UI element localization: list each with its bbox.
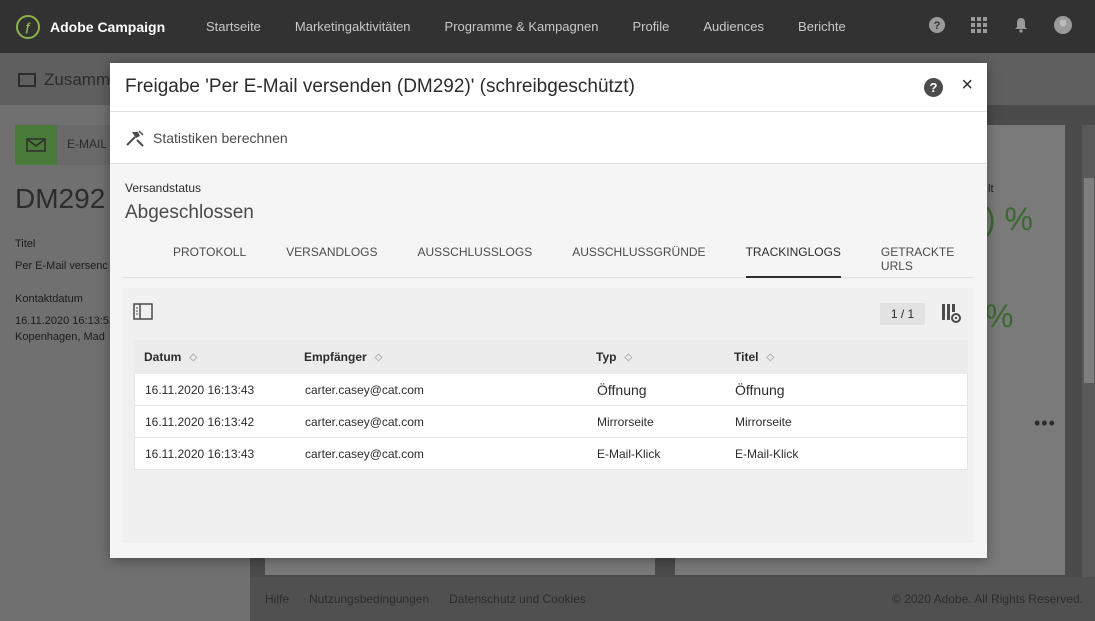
nav-item-programme-kampagnen[interactable]: Programme & Kampagnen xyxy=(445,19,599,34)
cell-datum: 16.11.2020 16:13:43 xyxy=(145,382,255,397)
top-navigation-bar: ƒ Adobe Campaign Startseite Marketingakt… xyxy=(0,0,1095,53)
footer-link-datenschutz[interactable]: Datenschutz und Cookies xyxy=(449,592,586,606)
help-icon[interactable]: ? xyxy=(927,15,947,35)
compute-statistics-button[interactable]: Statistiken berechnen xyxy=(125,129,288,147)
right-metric-label: lt xyxy=(988,183,994,195)
dialog-toolbar: Statistiken berechnen xyxy=(110,112,987,164)
tab-trackinglogs[interactable]: TRACKINGLOGS xyxy=(745,238,841,278)
page-footer: Hilfe Nutzungsbedingungen Datenschutz un… xyxy=(250,577,1095,621)
app-title: Adobe Campaign xyxy=(50,18,166,35)
tab-versandlogs[interactable]: VERSANDLOGS xyxy=(286,238,377,278)
sort-icon: ◇ xyxy=(624,351,633,363)
contact-date-value: 16.11.2020 16:13:53 xyxy=(15,315,116,327)
tracking-logs-panel: 1 / 1 Datum ◇ Empfänger ◇ Typ ◇ Titel ◇ 16.1… xyxy=(123,288,973,543)
title-label: Titel xyxy=(15,238,36,250)
panel-icon xyxy=(18,73,36,87)
table-row[interactable]: 16.11.2020 16:13:43 carter.casey@cat.com… xyxy=(134,374,968,406)
background-title: Zusamm xyxy=(44,70,111,89)
tracking-logs-table: Datum ◇ Empfänger ◇ Typ ◇ Titel ◇ 16.11.2020… xyxy=(134,340,968,470)
column-header-label: Titel xyxy=(734,350,759,364)
compute-statistics-label: Statistiken berechnen xyxy=(153,129,288,146)
help-button[interactable]: ? xyxy=(924,78,943,97)
email-type-label: E-MAIL xyxy=(57,125,117,165)
adobe-campaign-logo-icon: ƒ xyxy=(16,14,40,39)
column-header-typ[interactable]: Typ ◇ xyxy=(596,350,734,364)
cell-titel: Mirrorseite xyxy=(735,414,792,429)
tab-protokoll[interactable]: PROTOKOLL xyxy=(173,238,246,278)
column-header-datum[interactable]: Datum ◇ xyxy=(134,350,304,364)
cell-empfaenger: carter.casey@cat.com xyxy=(305,382,424,397)
right-metric-value-2: % xyxy=(985,298,1014,334)
footer-link-nutzungsbedingungen[interactable]: Nutzungsbedingungen xyxy=(309,592,429,606)
nav-item-audiences[interactable]: Audiences xyxy=(703,19,764,34)
nav-item-profile[interactable]: Profile xyxy=(632,19,669,34)
notification-bell-icon[interactable] xyxy=(1011,15,1031,35)
svg-text:?: ? xyxy=(934,20,941,32)
tab-ausschlussgruende[interactable]: AUSSCHLUSSGRÜNDE xyxy=(572,238,705,278)
delivery-status-block: Versandstatus Abgeschlossen xyxy=(110,164,987,224)
column-header-label: Datum xyxy=(144,350,182,364)
column-header-titel[interactable]: Titel ◇ xyxy=(734,350,934,364)
user-avatar-icon[interactable] xyxy=(1053,15,1073,35)
contact-date-label: Kontaktdatum xyxy=(15,293,83,305)
table-row[interactable]: 16.11.2020 16:13:43 carter.casey@cat.com… xyxy=(134,438,968,470)
cell-empfaenger: carter.casey@cat.com xyxy=(305,446,424,461)
cell-empfaenger: carter.casey@cat.com xyxy=(305,414,424,429)
sort-icon: ◇ xyxy=(766,351,775,363)
title-value: Per E-Mail versenc xyxy=(15,260,108,272)
nav-item-startseite[interactable]: Startseite xyxy=(206,19,261,34)
delivery-status-label: Versandstatus xyxy=(125,181,202,195)
cell-titel: E-Mail-Klick xyxy=(735,446,799,461)
app-logo[interactable]: ƒ Adobe Campaign xyxy=(16,14,206,39)
sort-icon: ◇ xyxy=(189,351,198,363)
log-tabs: PROTOKOLL VERSANDLOGS AUSSCHLUSSLOGS AUS… xyxy=(123,238,973,278)
email-envelope-icon xyxy=(15,125,57,165)
cell-typ: Mirrorseite xyxy=(597,414,654,429)
dialog-header: Freigabe 'Per E-Mail versenden (DM292)' … xyxy=(110,63,987,112)
column-header-label: Typ xyxy=(596,350,617,364)
toggle-sidebar-icon[interactable] xyxy=(133,303,153,320)
contact-location-value: Kopenhagen, Mad xyxy=(15,331,105,343)
nav-item-marketingaktivitaeten[interactable]: Marketingaktivitäten xyxy=(295,19,411,34)
delivery-approval-dialog: Freigabe 'Per E-Mail versenden (DM292)' … xyxy=(110,63,987,558)
cell-datum: 16.11.2020 16:13:43 xyxy=(145,446,255,461)
cell-titel: Öffnung xyxy=(735,381,785,398)
more-options-icon[interactable]: ••• xyxy=(1034,413,1056,434)
delivery-code: DM292 xyxy=(15,183,106,214)
column-header-empfaenger[interactable]: Empfänger ◇ xyxy=(304,350,596,364)
table-header: Datum ◇ Empfänger ◇ Typ ◇ Titel ◇ xyxy=(134,340,968,374)
delivery-status-value: Abgeschlossen xyxy=(125,202,254,223)
tab-getrackte-urls[interactable]: GETRACKTE URLS xyxy=(881,238,954,278)
page-scrollbar-thumb[interactable] xyxy=(1084,178,1094,383)
cell-typ: E-Mail-Klick xyxy=(597,446,661,461)
close-button[interactable]: × xyxy=(961,74,973,97)
column-header-label: Empfänger xyxy=(304,350,367,364)
sort-icon: ◇ xyxy=(374,351,383,363)
column-settings-icon[interactable] xyxy=(941,303,963,323)
apps-grid-icon[interactable] xyxy=(969,15,989,35)
footer-copyright: © 2020 Adobe. All Rights Reserved. xyxy=(892,592,1083,606)
compute-statistics-icon xyxy=(126,129,144,147)
cell-datum: 16.11.2020 16:13:42 xyxy=(145,414,255,429)
pagination-indicator: 1 / 1 xyxy=(880,303,925,325)
cell-typ: Öffnung xyxy=(597,381,647,398)
tab-ausschlusslogs[interactable]: AUSSCHLUSSLOGS xyxy=(418,238,533,278)
right-metric-value-1: ) % xyxy=(985,201,1033,237)
table-row[interactable]: 16.11.2020 16:13:42 carter.casey@cat.com… xyxy=(134,406,968,438)
nav-item-berichte[interactable]: Berichte xyxy=(798,19,846,34)
main-nav: Startseite Marketingaktivitäten Programm… xyxy=(206,19,880,34)
dialog-title: Freigabe 'Per E-Mail versenden (DM292)' … xyxy=(125,76,635,97)
footer-link-hilfe[interactable]: Hilfe xyxy=(265,592,289,606)
